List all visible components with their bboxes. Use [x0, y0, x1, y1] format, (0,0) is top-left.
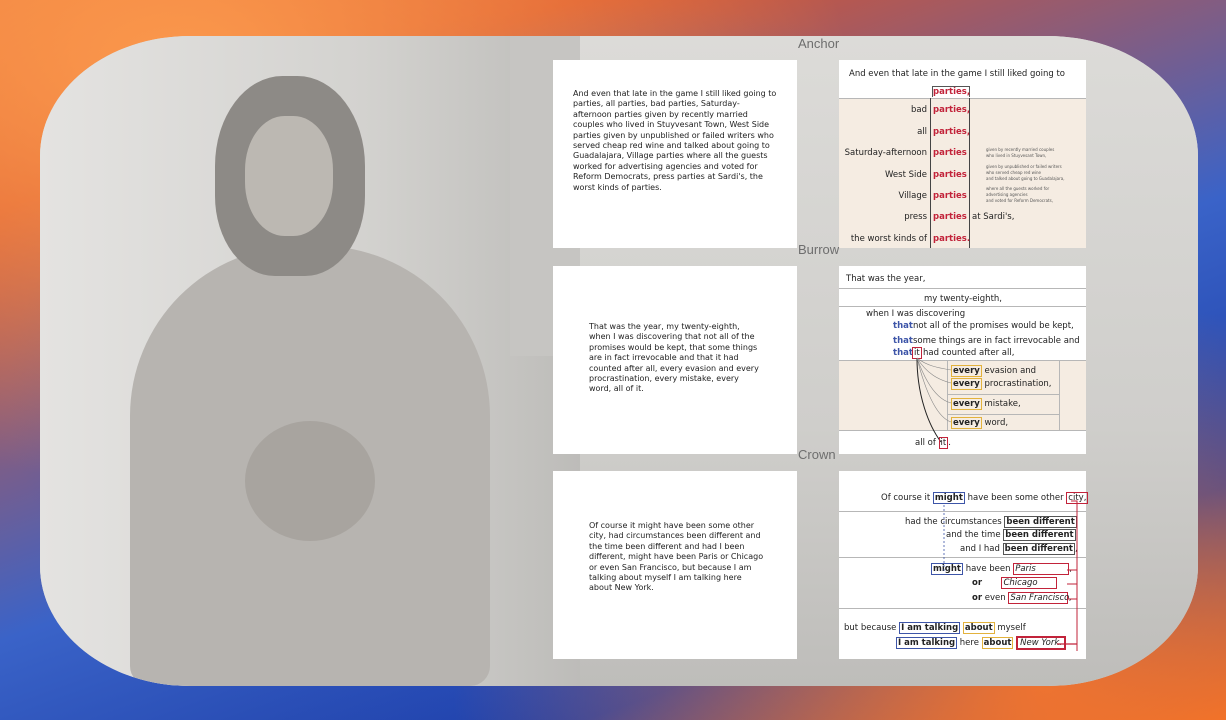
crown-visualization: Of course it might have been some other …: [839, 471, 1089, 659]
burrow-every-rest: procrastination,: [984, 379, 1052, 389]
anchor-row-word: parties,: [933, 105, 971, 115]
portrait-figure-face: [245, 116, 333, 236]
burrow-reference-arrows: [916, 357, 952, 443]
burrow-line-1: That was the year,: [846, 274, 926, 284]
anchor-note: given by recently married couples: [986, 147, 1055, 152]
burrow-final-line: all of it.: [915, 437, 951, 449]
burrow-it-final: it: [938, 437, 949, 449]
burrow-every-row: every evasion and: [951, 365, 1037, 377]
burrow-every-row: every word,: [951, 417, 1009, 429]
burrow-every-row: every mistake,: [951, 398, 1021, 410]
anchor-note: where all the guests worked for: [986, 186, 1050, 191]
anchor-paragraph: And even that late in the game I still l…: [573, 89, 777, 192]
burrow-visualization: That was the year, my twenty-eighth, whe…: [839, 266, 1086, 454]
crown-text: but because: [844, 623, 897, 633]
crown-paragraph: Of course it might have been some other …: [589, 521, 764, 593]
crown-reference-arrows: [943, 500, 1078, 651]
burrow-divider: [947, 394, 1059, 395]
anchor-text-card: And even that late in the game I still l…: [553, 60, 797, 248]
burrow-divider: [839, 360, 1086, 361]
anchor-stack-left: [930, 98, 931, 248]
burrow-every: every: [951, 398, 982, 410]
section-label-anchor: Anchor: [798, 36, 840, 51]
anchor-row-word: parties: [933, 170, 967, 180]
portrait-figure-hands: [245, 421, 375, 541]
anchor-row-word: parties: [933, 212, 967, 222]
anchor-note: who lived in Stuyvesant Town,: [986, 153, 1047, 158]
anchor-row-prefix: West Side: [885, 170, 927, 180]
burrow-every-rest: mistake,: [984, 399, 1021, 409]
anchor-row-suffix: at Sardi's,: [972, 212, 1015, 222]
anchor-note: who served cheap red wine: [986, 170, 1042, 175]
anchor-row-prefix: Village: [898, 191, 927, 201]
section-label-crown: Crown: [798, 447, 836, 462]
background-photo: [40, 36, 600, 686]
anchor-stack-right: [969, 98, 970, 248]
section-label-burrow: Burrow: [798, 242, 840, 257]
anchor-note: and talked about going to Guadalajara,: [986, 176, 1065, 181]
anchor-row-prefix: Saturday-afternoon: [844, 148, 927, 158]
burrow-that: that: [893, 336, 913, 346]
burrow-divider: [839, 306, 1086, 307]
anchor-row-prefix: all: [917, 127, 927, 137]
burrow-that: that: [893, 321, 913, 331]
burrow-every-rest: word,: [984, 418, 1009, 428]
burrow-allof: all of: [915, 438, 936, 448]
burrow-divider: [947, 414, 1059, 415]
anchor-visualization: And even that late in the game I still l…: [839, 60, 1086, 248]
anchor-row-word: parties,: [932, 86, 971, 97]
anchor-row-prefix: the worst kinds of: [850, 234, 927, 244]
anchor-row-word: parties: [933, 191, 967, 201]
burrow-every-frame: [1059, 360, 1060, 430]
anchor-divider: [839, 98, 1086, 99]
burrow-every: every: [951, 417, 982, 429]
burrow-paragraph: That was the year, my twenty-eighth, whe…: [589, 322, 759, 394]
burrow-every-row: every procrastination,: [951, 378, 1052, 390]
anchor-row-word: parties.: [933, 234, 971, 244]
burrow-period: .: [948, 438, 951, 448]
burrow-divider: [839, 430, 1086, 431]
anchor-note: and voted for Reform Democrats,: [986, 198, 1053, 203]
anchor-row-prefix: press: [904, 212, 927, 222]
burrow-line-2: my twenty-eighth,: [924, 294, 1002, 304]
burrow-line-3: when I was discovering: [866, 309, 966, 319]
burrow-every: every: [951, 378, 982, 390]
burrow-line-5: some things are in fact irrevocable and: [913, 336, 1080, 346]
burrow-text-card: That was the year, my twenty-eighth, whe…: [553, 266, 797, 454]
burrow-line-4: not all of the promises would be kept,: [913, 321, 1074, 331]
anchor-opening-line: And even that late in the game I still l…: [849, 69, 1065, 79]
anchor-note: given by unpublished or failed writers: [986, 164, 1062, 169]
anchor-note: advertising agencies: [986, 192, 1028, 197]
anchor-row-word: parties,: [933, 127, 971, 137]
burrow-every: every: [951, 365, 982, 377]
crown-text-card: Of course it might have been some other …: [553, 471, 797, 659]
burrow-every-rest: evasion and: [984, 366, 1037, 376]
burrow-divider: [839, 288, 1086, 289]
anchor-row-word: parties: [933, 148, 967, 158]
anchor-row-prefix: bad: [911, 105, 927, 115]
crown-text: Of course it: [881, 493, 931, 503]
